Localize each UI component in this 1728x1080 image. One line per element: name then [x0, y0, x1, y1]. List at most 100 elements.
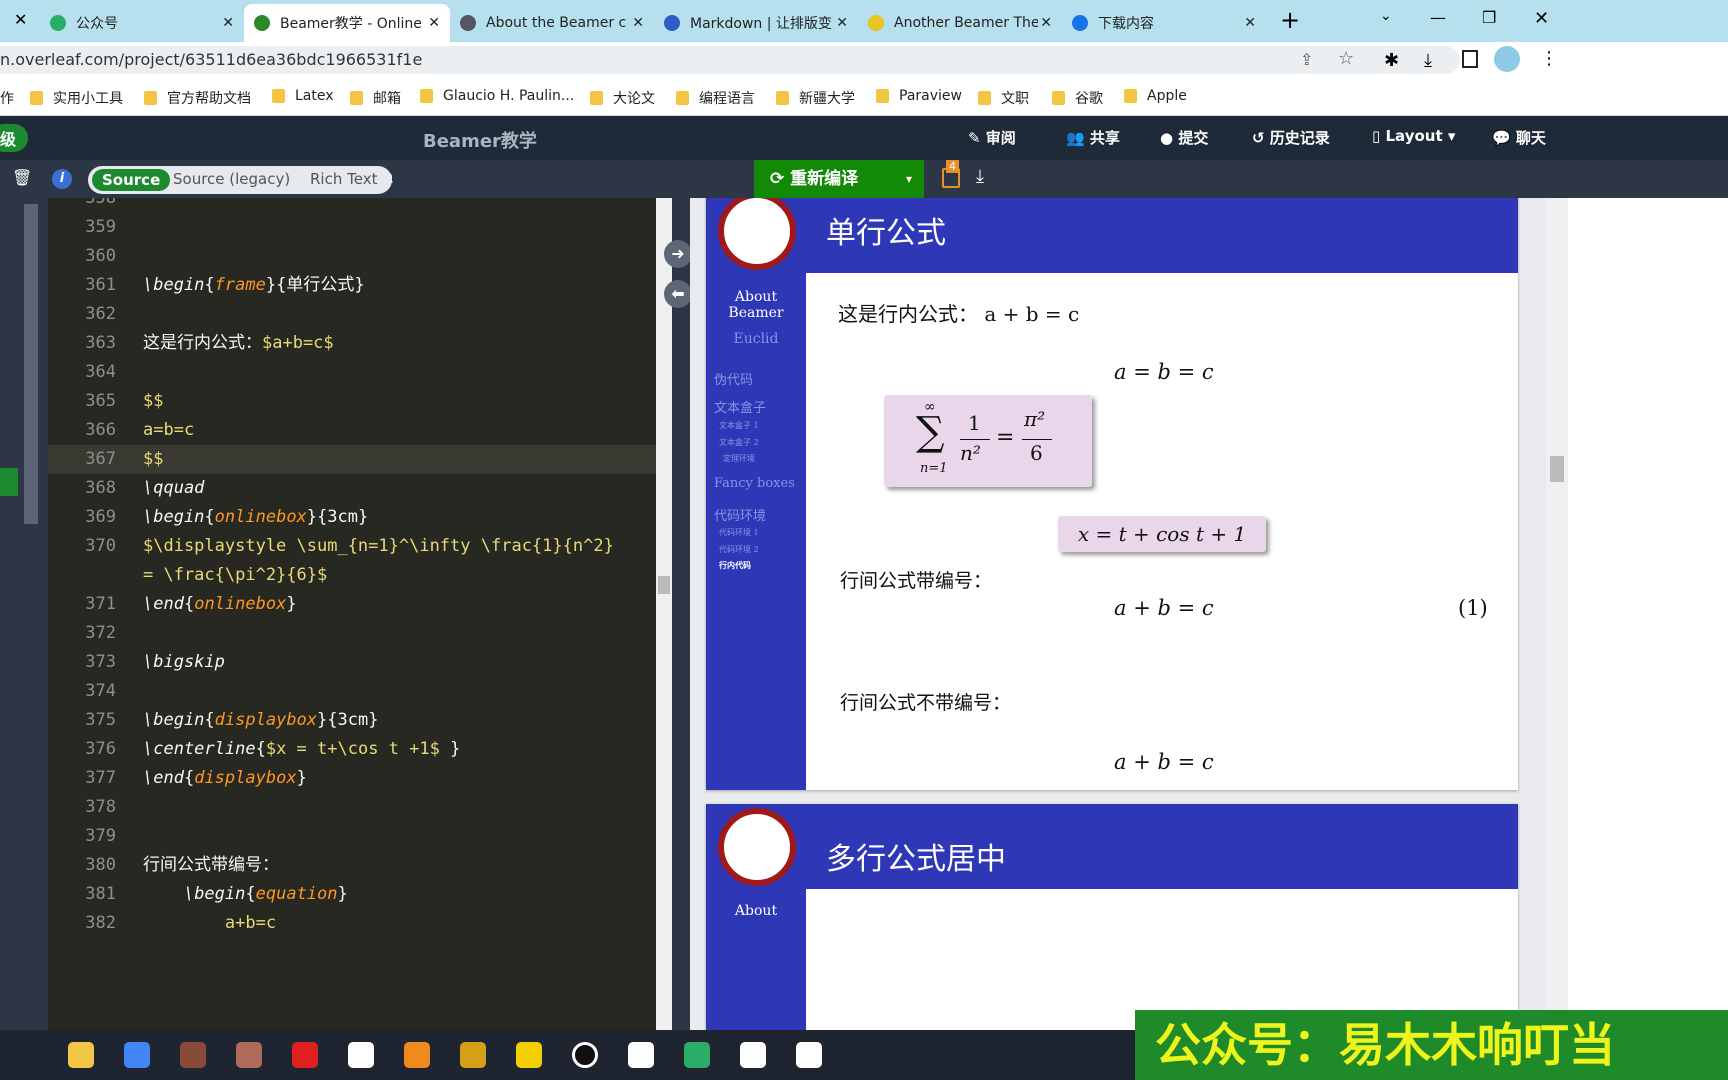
bookmark-item[interactable]: 大论文 [590, 88, 655, 108]
ue-icon[interactable] [460, 1042, 486, 1068]
close-tab-icon[interactable]: ✕ [222, 15, 234, 31]
bookmark-item[interactable]: Apple [1124, 88, 1187, 104]
nav-code-1[interactable]: 代码环境 1 [719, 527, 759, 538]
mode-rich-text[interactable]: Rich Text [310, 170, 377, 188]
new-tab-button[interactable]: + [1280, 6, 1300, 34]
bookmark-item[interactable]: 谷歌 [1052, 88, 1103, 108]
bookmark-item[interactable]: 实用小工具 [30, 88, 123, 108]
bookmark-item[interactable]: 文职 [978, 88, 1029, 108]
code-line[interactable]: 377 \end{displaybox} [48, 764, 672, 793]
extensions-icon[interactable]: ✱ [1384, 50, 1399, 71]
file-explorer-icon[interactable] [68, 1042, 94, 1068]
url-input[interactable]: n.overleaf.com/project/63511d6ea36bdc196… [0, 46, 1460, 74]
editor-scrollbar[interactable] [656, 198, 672, 1030]
sync-to-code-icon[interactable]: ⬅ [664, 280, 692, 308]
sumatra-icon[interactable] [180, 1042, 206, 1068]
nav-theorem[interactable]: 定理环境 [723, 453, 755, 464]
code-line[interactable]: 382 a+b=c [48, 909, 672, 938]
chrome-icon[interactable] [124, 1042, 150, 1068]
code-line[interactable]: 367 $$ [48, 445, 672, 474]
pdf-scrollbar[interactable] [1546, 198, 1568, 1030]
layout-button[interactable]: ▯ Layout ▾ [1372, 127, 1455, 145]
bookmark-item[interactable]: Paraview [876, 88, 962, 104]
code-editor[interactable]: 358 359 360 361 \begin{frame}{单行公式} 362 363 这是行… [48, 198, 672, 1030]
browser-tab[interactable]: Beamer教学 - Online ✕ [244, 4, 450, 42]
code-line[interactable]: 370 $\displaystyle \sum_{n=1}^\infty \fra… [48, 532, 672, 561]
minimize-button[interactable]: — [1430, 8, 1446, 27]
nav-textbox-2[interactable]: 文本盒子 2 [719, 437, 759, 448]
recompile-dropdown-icon[interactable]: ▾ [906, 160, 912, 198]
code-line[interactable]: 374 [48, 677, 672, 706]
nav-code-env[interactable]: 代码环境 [714, 505, 766, 524]
code-line[interactable]: 371 \end{onlinebox} [48, 590, 672, 619]
mode-source-legacy[interactable]: Source (legacy) [173, 170, 290, 188]
submit-button[interactable]: ● 提交 [1160, 127, 1208, 148]
file-tree-scrollbar[interactable] [24, 204, 38, 524]
code-line[interactable]: 366 a=b=c [48, 416, 672, 445]
code-line[interactable]: 375 \begin{displaybox}{3cm} [48, 706, 672, 735]
pane-divider[interactable]: ➜ ⬅ [664, 198, 692, 1030]
code-line[interactable]: = \frac{\pi^2}{6}$ [48, 561, 672, 590]
profile-avatar[interactable] [1494, 46, 1520, 72]
browser-tab[interactable]: 公众号 ✕ [40, 4, 244, 42]
code-line[interactable]: 362 [48, 300, 672, 329]
nav-inline-code[interactable]: 行内代码 [719, 560, 751, 571]
selected-file-marker[interactable] [0, 468, 18, 496]
close-tab-icon[interactable]: ✕ [1040, 15, 1052, 31]
sublime-icon[interactable] [404, 1042, 430, 1068]
maximize-button[interactable]: ❐ [1482, 8, 1496, 27]
nav-section-about[interactable]: About [706, 903, 806, 919]
app-icon[interactable] [236, 1042, 262, 1068]
code-line[interactable]: 369 \begin{onlinebox}{3cm} [48, 503, 672, 532]
code-line[interactable]: 358 [48, 198, 672, 213]
nav-euclid[interactable]: Euclid [706, 331, 806, 347]
code-line[interactable]: 376 \centerline{$x = t+\cos t +1$ } [48, 735, 672, 764]
sync-to-pdf-icon[interactable]: ➜ [664, 240, 692, 268]
close-tab-icon[interactable]: ✕ [836, 15, 848, 31]
code-line[interactable]: 378 [48, 793, 672, 822]
code-line[interactable]: 360 [48, 242, 672, 271]
nav-code-2[interactable]: 代码环境 2 [719, 544, 759, 555]
pdf-icon[interactable] [740, 1042, 766, 1068]
bookmark-item[interactable]: Glaucio H. Paulin... [420, 88, 574, 104]
tab-search-icon[interactable]: ⌄ [1380, 8, 1392, 24]
browser-tab[interactable]: Markdown | 让排版变 ✕ [654, 4, 858, 42]
download-icon[interactable]: ⤓ [1424, 50, 1432, 71]
bookmark-item[interactable]: 编程语言 [676, 88, 755, 108]
code-line[interactable]: 380 行间公式带编号： [48, 851, 672, 880]
code-line[interactable]: 373 \bigskip [48, 648, 672, 677]
chat-button[interactable]: 💬 聊天 [1492, 127, 1546, 148]
nav-section-about-beamer[interactable]: About Beamer [706, 289, 806, 321]
trash-icon[interactable]: 🗑 [12, 168, 32, 187]
code-line[interactable]: 359 [48, 213, 672, 242]
menu-icon[interactable]: ⋮ [1540, 48, 1558, 69]
nav-textbox[interactable]: 文本盒子 [714, 397, 766, 416]
project-title[interactable]: Beamer教学 [423, 127, 537, 153]
help-icon[interactable] [516, 1042, 542, 1068]
close-tab-icon[interactable]: ✕ [14, 10, 27, 29]
nav-pseudocode[interactable]: 伪代码 [714, 369, 753, 388]
sidepanel-icon[interactable] [1462, 50, 1478, 68]
code-line[interactable]: 372 [48, 619, 672, 648]
history-button[interactable]: ↺ 历史记录 [1252, 127, 1330, 148]
review-button[interactable]: ✎ 审阅 [968, 127, 1016, 148]
browser-tab[interactable]: Another Beamer The ✕ [858, 4, 1062, 42]
code-line[interactable]: 379 [48, 822, 672, 851]
upgrade-button[interactable]: 级 [0, 124, 29, 152]
bookmark-item[interactable]: 官方帮助文档 [144, 88, 251, 108]
code-line[interactable]: 381 \begin{equation} [48, 880, 672, 909]
typora-icon[interactable] [796, 1042, 822, 1068]
recompile-button[interactable]: ⟳ 重新编译 ▾ [754, 160, 924, 198]
mode-source[interactable]: Source [92, 169, 171, 191]
share-icon[interactable]: ⇪ [1300, 50, 1313, 69]
nav-textbox-1[interactable]: 文本盒子 1 [719, 420, 759, 431]
bookmark-item[interactable]: 邮箱 [350, 88, 401, 108]
info-icon[interactable]: i [52, 169, 72, 189]
bookmark-item[interactable]: 作 [0, 88, 14, 108]
code-line[interactable]: 365 $$ [48, 387, 672, 416]
wechat-icon[interactable] [684, 1042, 710, 1068]
nav-fancy-boxes[interactable]: Fancy boxes [714, 476, 795, 491]
app-icon[interactable] [292, 1042, 318, 1068]
record-icon[interactable] [572, 1042, 598, 1068]
bookmark-item[interactable]: Latex [272, 88, 334, 104]
